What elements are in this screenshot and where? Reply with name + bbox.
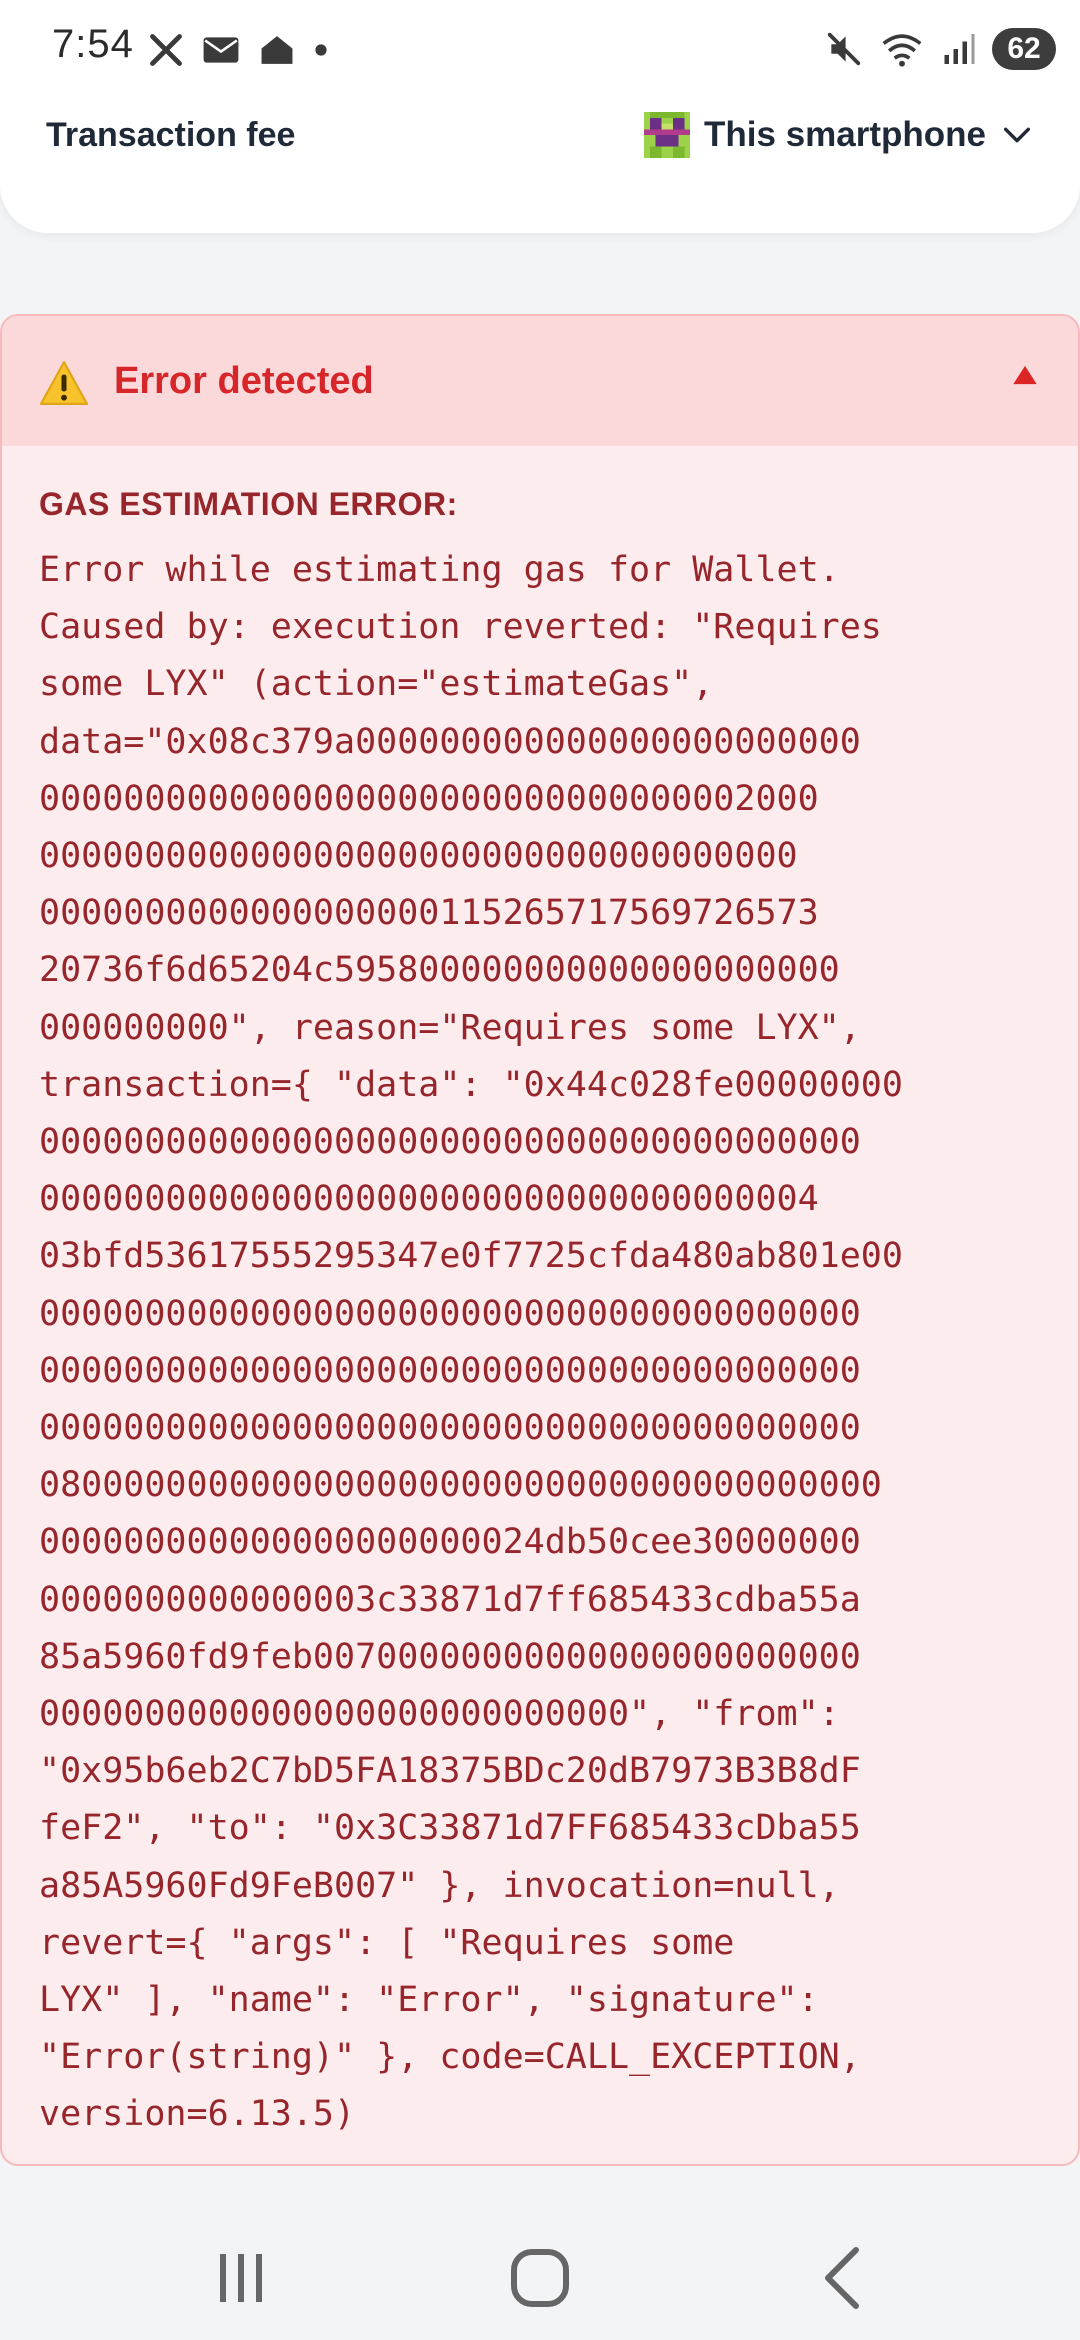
error-message-line: 000000000000000000000000000000000000000 [39,1408,861,1449]
error-message-line: 000000000000000000000000000000000000000 [39,1350,861,1391]
home-button-icon[interactable] [500,2238,580,2318]
error-message-line: 0000000000000000000000000000", "from": [39,1694,840,1735]
error-message-line: 000000000000000000000024db50cee30000000 [39,1522,861,1563]
error-panel: Error detected GAS ESTIMATION ERROR: Err… [0,314,1080,2166]
transaction-fee-label: Transaction fee [46,116,296,154]
error-message-line: 0000000000000003c33871d7ff685433cdba55a [39,1579,861,1620]
error-kind-label: GAS ESTIMATION ERROR: [39,486,458,522]
error-message-line: Error while estimating gas for Wallet. [39,550,840,590]
error-message-line: 85a5960fd9feb00700000000000000000000000 [39,1636,861,1677]
battery-icon: 62 [992,28,1056,70]
recent-apps-icon[interactable] [200,2238,280,2318]
mute-icon [827,32,861,66]
screen: 7:54 62 Transaction fee This smartphone … [0,0,1080,2340]
notification-icons [148,28,328,72]
error-message-line: 0000000000000000000115265717569726573 [39,893,819,934]
device-label: This smartphone [704,115,986,154]
error-message-line: feF2", "to": "0x3C33871d7FF685433cDba55 [39,1808,861,1849]
error-title: Error detected [114,360,374,402]
error-message: Error while estimating gas for Wallet. Ca… [39,542,1049,2144]
x-logo-icon [150,34,182,66]
back-icon[interactable] [804,2238,884,2318]
transaction-card: 7:54 62 Transaction fee This smartphone [0,0,1080,233]
error-message-line: 03bfd53617555295347e0f7725cfda480ab801e0… [39,1236,903,1277]
device-avatar-icon [644,112,691,158]
error-message-line: some LYX" (action="estimateGas", [39,664,714,705]
signal-icon [944,34,975,64]
device-selector[interactable]: This smartphone [644,110,1034,160]
error-message-line: version=6.13.5) [39,2094,356,2135]
chevron-down-icon [1003,127,1031,143]
dot-icon [315,44,327,56]
collapse-triangle-icon[interactable] [1012,364,1038,386]
system-icons: 62 [824,26,1056,72]
battery-level: 62 [1007,32,1041,65]
error-message-line: data="0x08c379a000000000000000000000000 [39,721,861,762]
error-message-line: revert={ "args": [ "Requires some [39,1922,735,1963]
error-message-line: 000000000000000000000000000000000000 [39,836,798,877]
error-message-line: 0000000000000000000000000000000002000 [39,778,819,819]
error-message-line: 0800000000000000000000000000000000000000 [39,1465,882,1506]
status-bar: 7:54 62 [0,0,1080,100]
home-icon [261,36,293,64]
error-message-line: 0000000000000000000000000000000000004 [39,1179,819,1220]
status-time: 7:54 [52,22,134,66]
error-header[interactable]: Error detected [2,316,1078,446]
error-message-line: 20736f6d65204c595800000000000000000000 [39,950,840,991]
warning-icon [39,361,89,405]
error-message-line: a85A5960Fd9FeB007" }, invocation=null, [39,1865,840,1906]
error-message-line: transaction={ "data": "0x44c028fe0000000… [39,1064,903,1105]
error-message-line: 000000000000000000000000000000000000000 [39,1122,861,1163]
error-message-line: "0x95b6eb2C7bD5FA18375BDc20dB7973B3B8dF [39,1751,861,1792]
mail-icon [203,37,239,63]
error-message-line: 000000000", reason="Requires some LYX", [39,1007,861,1048]
error-message-line: LYX" ], "name": "Error", "signature": [39,1980,819,2021]
error-message-line: 000000000000000000000000000000000000000 [39,1293,861,1334]
error-message-line: "Error(string)" }, code=CALL_EXCEPTION, [39,2037,861,2078]
wifi-icon [882,34,922,67]
error-message-line: Caused by: execution reverted: "Requires [39,607,882,648]
